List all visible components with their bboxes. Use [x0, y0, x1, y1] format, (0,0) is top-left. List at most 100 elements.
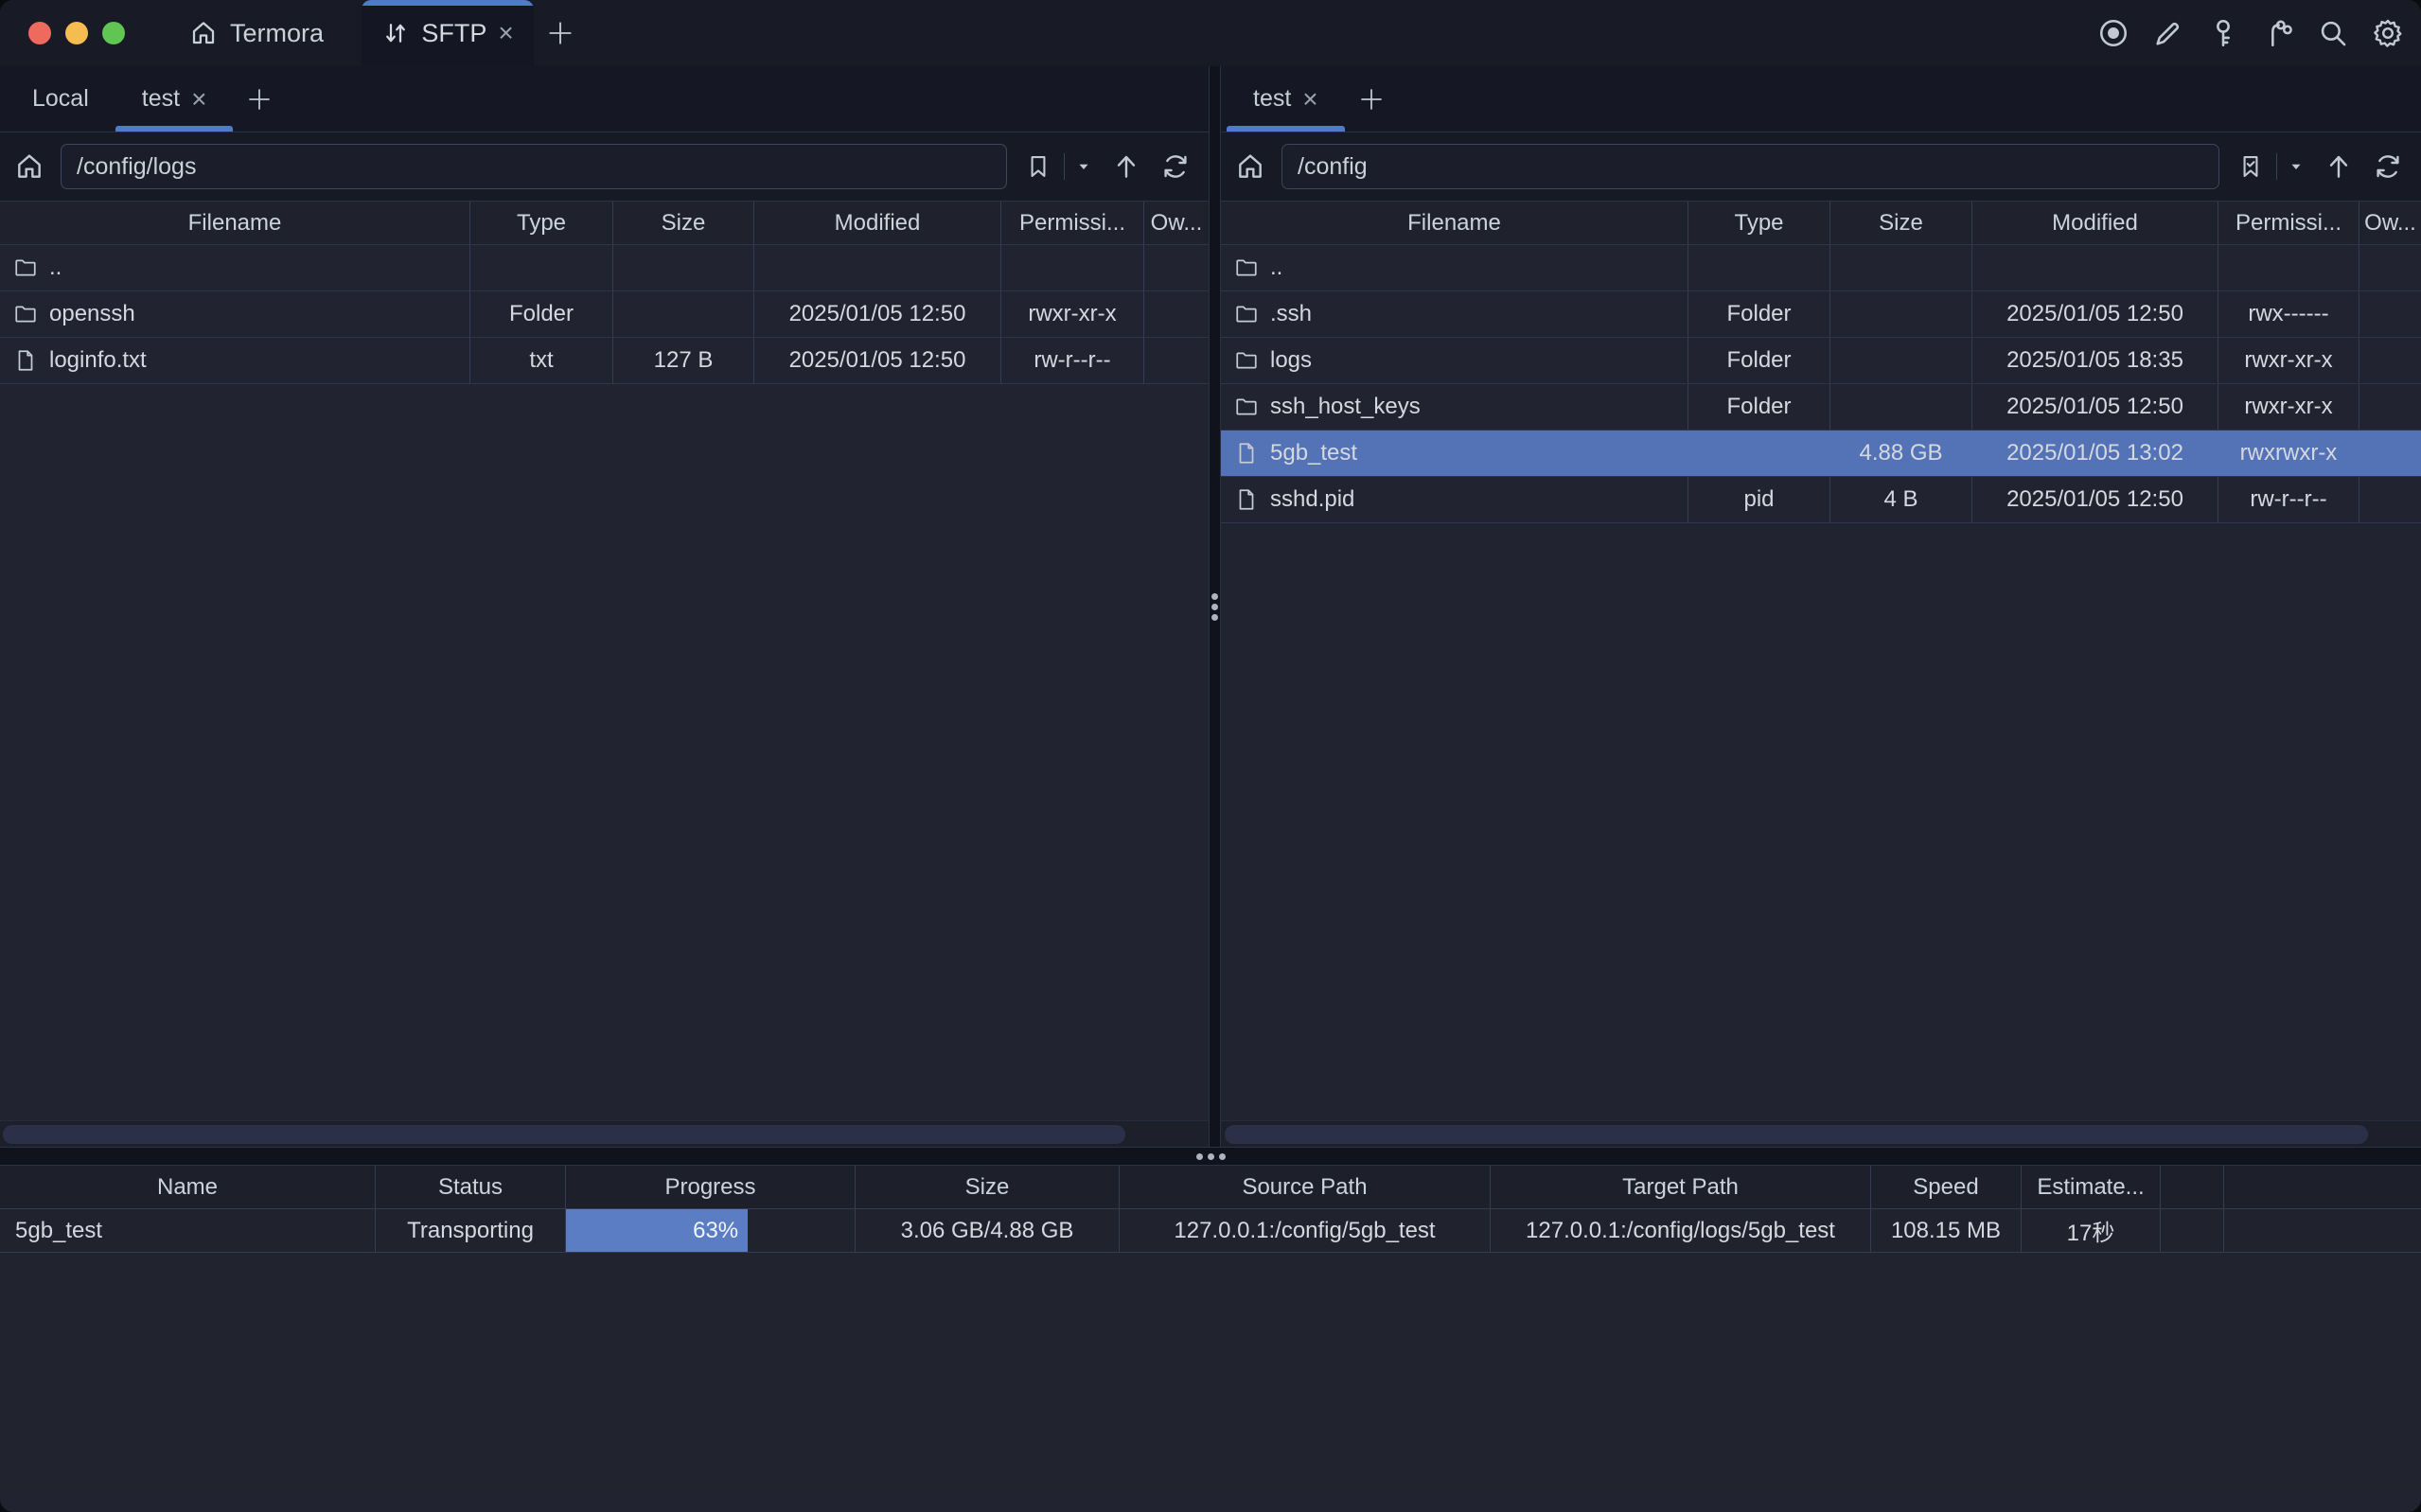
- file-owner: [1144, 338, 1209, 383]
- file-modified: 2025/01/05 12:50: [754, 338, 1001, 383]
- transfer-row[interactable]: 5gb_test Transporting 63% 3.06 GB/4.88 G…: [0, 1209, 2421, 1253]
- close-window-button[interactable]: [28, 22, 51, 44]
- left-home-button[interactable]: [11, 149, 47, 185]
- file-owner: [1144, 245, 1209, 290]
- file-owner: [2359, 431, 2421, 476]
- active-tab-accent: [362, 0, 534, 6]
- keychain-icon[interactable]: [2260, 15, 2296, 51]
- titlebar-actions: [2095, 0, 2406, 66]
- splitter-grip-dot: [1219, 1153, 1226, 1160]
- left-path-input[interactable]: [61, 144, 1007, 189]
- file-size: [1830, 338, 1972, 383]
- file-type: [1688, 245, 1830, 290]
- column-header-size[interactable]: Size: [1830, 202, 1972, 244]
- right-refresh-button[interactable]: [2370, 149, 2406, 185]
- file-icon: [1234, 487, 1259, 512]
- new-window-tab-button[interactable]: [534, 0, 587, 66]
- left-refresh-button[interactable]: [1157, 149, 1193, 185]
- right-home-button[interactable]: [1232, 149, 1268, 185]
- table-row[interactable]: logs Folder 2025/01/05 18:35 rwxr-xr-x: [1221, 338, 2421, 384]
- splitter-grip-dot: [1211, 604, 1218, 610]
- app-home-tab[interactable]: Termora: [184, 0, 329, 66]
- tab-sftp[interactable]: SFTP ×: [362, 0, 534, 66]
- column-header-estimate[interactable]: Estimate...: [2022, 1166, 2161, 1208]
- table-row-selected[interactable]: 5gb_test 4.88 GB 2025/01/05 13:02 rwxrwx…: [1221, 431, 2421, 477]
- column-header-modified[interactable]: Modified: [1972, 202, 2218, 244]
- tab-local[interactable]: Local: [6, 66, 115, 132]
- table-row[interactable]: loginfo.txt txt 127 B 2025/01/05 12:50 r…: [0, 338, 1209, 384]
- app-home-tab-label: Termora: [230, 19, 324, 48]
- minimize-window-button[interactable]: [65, 22, 88, 44]
- transfer-speed: 108.15 MB: [1871, 1209, 2022, 1252]
- column-header-owner[interactable]: Ow...: [2359, 202, 2421, 244]
- column-header-type[interactable]: Type: [470, 202, 613, 244]
- right-scrollbar-thumb[interactable]: [1225, 1125, 2368, 1144]
- table-row[interactable]: ..: [1221, 245, 2421, 291]
- zoom-window-button[interactable]: [102, 22, 125, 44]
- file-type: Folder: [470, 291, 613, 337]
- left-bookmark-icon[interactable]: [1020, 149, 1056, 185]
- tab-test-right[interactable]: test ×: [1227, 66, 1345, 132]
- file-type: Folder: [1688, 384, 1830, 430]
- file-modified: 2025/01/05 12:50: [1972, 384, 2218, 430]
- column-header-size[interactable]: Size: [613, 202, 754, 244]
- termora-window: Termora SFTP ×: [0, 0, 2421, 1512]
- column-header-name[interactable]: Name: [0, 1166, 376, 1208]
- left-bookmark-dropdown-icon[interactable]: [1072, 149, 1095, 185]
- close-tab-icon[interactable]: ×: [191, 86, 206, 113]
- right-bookmark-added-icon[interactable]: [2233, 149, 2269, 185]
- toolbar-divider: [1064, 153, 1065, 180]
- column-header-target-path[interactable]: Target Path: [1491, 1166, 1871, 1208]
- column-header-type[interactable]: Type: [1688, 202, 1830, 244]
- column-header-owner[interactable]: Ow...: [1144, 202, 1209, 244]
- right-path-input[interactable]: [1281, 144, 2219, 189]
- edit-pencil-icon[interactable]: [2150, 15, 2186, 51]
- left-scrollbar-thumb[interactable]: [3, 1125, 1125, 1144]
- column-header-filename[interactable]: Filename: [0, 202, 470, 244]
- right-parent-dir-button[interactable]: [2321, 149, 2357, 185]
- key-icon[interactable]: [2205, 15, 2241, 51]
- tab-local-label: Local: [32, 85, 89, 113]
- column-header-filename[interactable]: Filename: [1221, 202, 1688, 244]
- filename: 5gb_test: [1270, 440, 1357, 466]
- column-header-status[interactable]: Status: [376, 1166, 566, 1208]
- right-new-tab-button[interactable]: [1345, 66, 1398, 132]
- left-file-pane: Local test ×: [0, 66, 1209, 1147]
- left-table-empty-area: [0, 384, 1209, 1120]
- filename: loginfo.txt: [49, 347, 147, 374]
- tab-sftp-label: SFTP: [421, 19, 486, 48]
- column-header-permissions[interactable]: Permissi...: [2218, 202, 2359, 244]
- file-owner: [2359, 338, 2421, 383]
- transfer-size: 3.06 GB/4.88 GB: [856, 1209, 1120, 1252]
- transfers-splitter-handle[interactable]: [0, 1147, 2421, 1166]
- left-new-tab-button[interactable]: [233, 66, 286, 132]
- record-icon[interactable]: [2095, 15, 2131, 51]
- table-row[interactable]: ssh_host_keys Folder 2025/01/05 12:50 rw…: [1221, 384, 2421, 431]
- tab-test-left[interactable]: test ×: [115, 66, 234, 132]
- pane-splitter-handle[interactable]: [1209, 66, 1221, 1147]
- column-header-progress[interactable]: Progress: [566, 1166, 856, 1208]
- table-row[interactable]: .ssh Folder 2025/01/05 12:50 rwx------: [1221, 291, 2421, 338]
- file-size: [1830, 245, 1972, 290]
- search-icon[interactable]: [2315, 15, 2351, 51]
- transfer-progress-bar: 63%: [566, 1209, 856, 1252]
- active-tab-underline: [1227, 126, 1345, 132]
- table-row[interactable]: sshd.pid pid 4 B 2025/01/05 12:50 rw-r--…: [1221, 477, 2421, 523]
- file-type: Folder: [1688, 291, 1830, 337]
- file-permissions: [2218, 245, 2359, 290]
- settings-gear-icon[interactable]: [2370, 15, 2406, 51]
- right-bookmark-dropdown-icon[interactable]: [2285, 149, 2307, 185]
- close-sftp-tab-icon[interactable]: ×: [498, 20, 513, 46]
- table-row[interactable]: openssh Folder 2025/01/05 12:50 rwxr-xr-…: [0, 291, 1209, 338]
- column-header-size[interactable]: Size: [856, 1166, 1120, 1208]
- column-header-modified[interactable]: Modified: [754, 202, 1001, 244]
- column-header-source-path[interactable]: Source Path: [1120, 1166, 1491, 1208]
- left-parent-dir-button[interactable]: [1108, 149, 1144, 185]
- close-tab-icon[interactable]: ×: [1302, 86, 1317, 113]
- column-header-permissions[interactable]: Permissi...: [1001, 202, 1144, 244]
- splitter-grip-dot: [1211, 614, 1218, 621]
- table-row[interactable]: ..: [0, 245, 1209, 291]
- file-modified: 2025/01/05 18:35: [1972, 338, 2218, 383]
- file-modified: 2025/01/05 12:50: [1972, 291, 2218, 337]
- column-header-speed[interactable]: Speed: [1871, 1166, 2022, 1208]
